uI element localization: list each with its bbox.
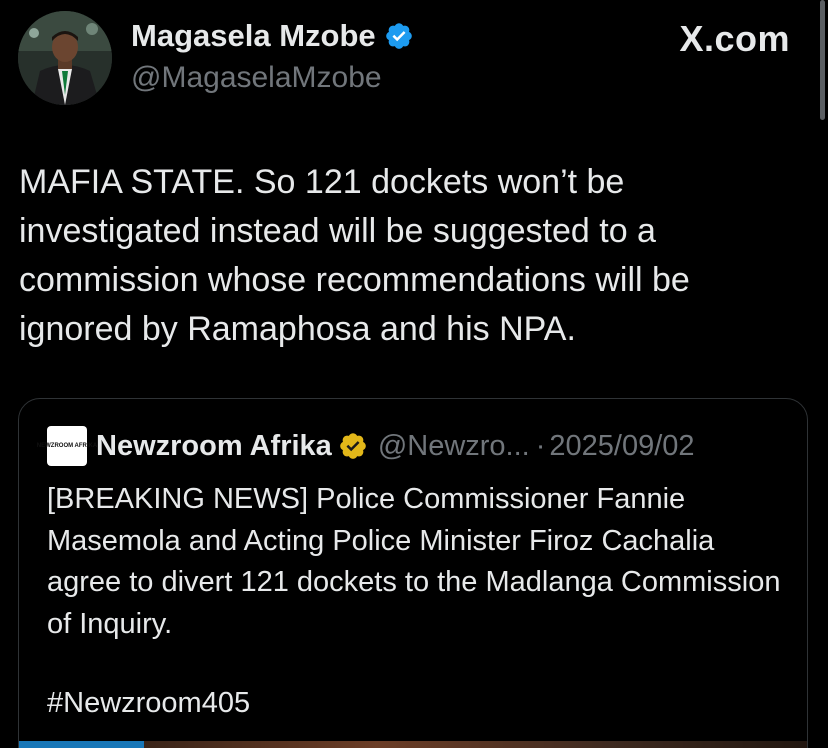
blue-verified-badge-icon xyxy=(385,23,412,49)
quoted-author-handle[interactable]: @Newzro... xyxy=(378,430,530,463)
hashtag-link[interactable]: #Newzroom405 xyxy=(47,683,250,725)
gold-verified-badge-icon xyxy=(340,433,366,459)
author-name-row[interactable]: Magasela Mzobe xyxy=(131,18,414,54)
newzroom-logo[interactable]: NEWZROOM AFRIKA xyxy=(37,426,97,466)
quoted-tweet-text: [BREAKING NEWS] Police Commissioner Fann… xyxy=(47,483,781,640)
profile-photo xyxy=(18,11,112,105)
quoted-tweet-header: NEWZROOM AFRIKA Newzroom Afrika @Newzro.… xyxy=(37,426,695,466)
x-com-watermark: X.com xyxy=(679,18,790,59)
quoted-tweet-card[interactable]: NEWZROOM AFRIKA Newzroom Afrika @Newzro.… xyxy=(18,398,808,748)
avatar[interactable] xyxy=(18,11,112,105)
quoted-tweet-media[interactable] xyxy=(19,741,807,748)
author-name[interactable]: Magasela Mzobe xyxy=(131,18,376,54)
newzroom-logo-text: NEWZROOM AFRIKA xyxy=(36,442,98,449)
tweet-text: MAFIA STATE. So 121 dockets won’t be inv… xyxy=(19,163,690,348)
meta-separator: · xyxy=(535,429,546,462)
media-thumbnail-right xyxy=(144,741,807,748)
quoted-author-name[interactable]: Newzroom Afrika xyxy=(96,430,332,463)
author-handle[interactable]: @MagaselaMzobe xyxy=(131,61,382,95)
media-thumbnail-left xyxy=(19,741,144,748)
scrollbar[interactable] xyxy=(820,0,825,120)
quoted-tweet-date[interactable]: 2025/09/02 xyxy=(549,430,694,463)
